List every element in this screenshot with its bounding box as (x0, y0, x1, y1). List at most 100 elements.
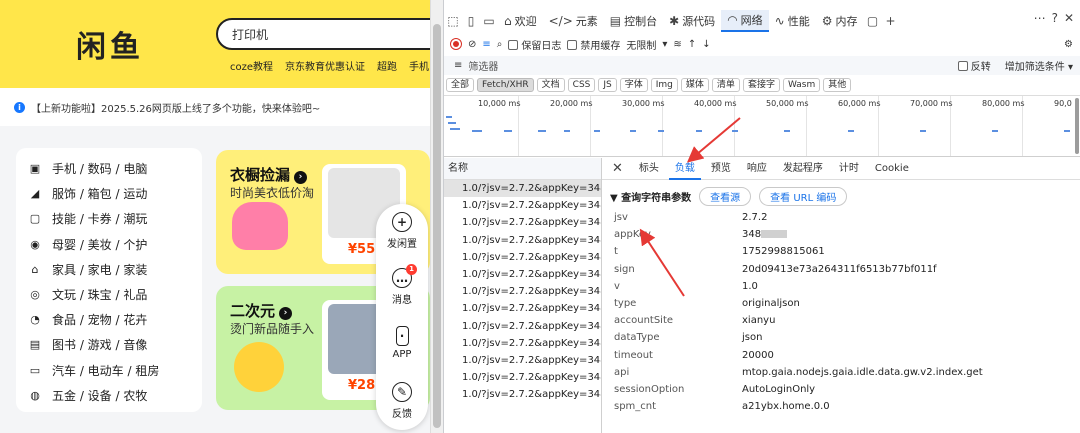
request-row[interactable]: 1.0/?jsv=2.7.2&appKey=348... (444, 249, 601, 266)
request-row[interactable]: 1.0/?jsv=2.7.2&appKey=348... (444, 266, 601, 283)
param-row[interactable]: sign 20d09413e73a264311f6513b77bf011f (614, 261, 1074, 278)
type-filter-img[interactable]: Img (650, 78, 678, 92)
clear-icon[interactable]: ⊘ (468, 39, 476, 50)
param-row[interactable]: type originaljson (614, 295, 1074, 312)
tab-response[interactable]: 响应 (741, 158, 773, 180)
throttling-select[interactable]: 无限制 (626, 37, 656, 52)
more-filters-dropdown[interactable]: 增加筛选条件 ▾ (1005, 58, 1073, 73)
settings-gear-icon[interactable]: ⚙ (1064, 39, 1073, 50)
type-filter-js[interactable]: JS (598, 78, 617, 92)
type-filter-font[interactable]: 字体 (619, 78, 648, 92)
param-row[interactable]: api mtop.gaia.nodejs.gaia.idle.data.gw.v2… (614, 364, 1074, 381)
application-icon[interactable]: ▢ (864, 12, 882, 30)
request-row[interactable]: 1.0/?jsv=2.7.2&appKey=348... (444, 283, 601, 300)
tab-console[interactable]: ▤ 控制台 (604, 10, 663, 32)
network-conditions-icon[interactable]: ≋ (673, 39, 681, 50)
category-item[interactable]: ▤ 图书 / 游戏 / 音像 (28, 332, 202, 357)
messages-button[interactable]: … 1 消息 (376, 264, 428, 306)
param-row[interactable]: jsv 2.7.2 (614, 209, 1074, 226)
disable-cache-checkbox[interactable]: 禁用缓存 (567, 37, 620, 52)
quick-link[interactable]: coze教程 (230, 58, 273, 73)
site-logo[interactable]: 闲鱼 (76, 22, 144, 66)
view-url-encoded-button[interactable]: 查看 URL 编码 (759, 187, 848, 206)
param-row[interactable]: accountSite xianyu (614, 312, 1074, 329)
post-item-button[interactable]: + 发闲置 (376, 212, 428, 250)
network-timeline-overview[interactable]: 10,000 ms 20,000 ms 30,000 ms 40,000 ms … (444, 95, 1080, 157)
chevron-down-icon[interactable]: ▾ (662, 39, 667, 50)
category-item[interactable]: ◢ 服饰 / 箱包 / 运动 (28, 181, 202, 206)
invert-checkbox[interactable]: 反转 (957, 58, 991, 73)
panel-icon[interactable]: ▭ (480, 12, 498, 30)
close-icon[interactable]: ✕ (612, 161, 623, 176)
notice-bar[interactable]: i 【上新功能啦】2025.5.26网页版上线了多个功能，快来体验吧~ (0, 88, 430, 126)
page-scrollbar[interactable] (430, 0, 443, 433)
request-row[interactable]: 1.0/?jsv=2.7.2&appKey=348... (444, 197, 601, 214)
request-list-header[interactable]: 名称 (444, 158, 601, 180)
type-filter-other[interactable]: 其他 (823, 78, 852, 92)
type-filter-fetch-xhr[interactable]: Fetch/XHR (477, 78, 534, 92)
param-row[interactable]: appKey 348 (614, 226, 1074, 243)
tab-elements[interactable]: </> 元素 (543, 10, 604, 32)
search-icon[interactable]: ⌕ (497, 39, 503, 50)
param-row[interactable]: timeout 20000 (614, 347, 1074, 364)
type-filter-css[interactable]: CSS (567, 78, 596, 92)
category-item[interactable]: ▢ 技能 / 卡券 / 潮玩 (28, 206, 202, 231)
request-row[interactable]: 1.0/?jsv=2.7.2&appKey=348... (444, 352, 601, 369)
tab-memory[interactable]: ⚙ 内存 (816, 10, 864, 32)
type-filter-manifest[interactable]: 清单 (711, 78, 740, 92)
category-item[interactable]: ◍ 五金 / 设备 / 农牧 (28, 383, 202, 408)
category-item[interactable]: ◎ 文玩 / 珠宝 / 礼品 (28, 282, 202, 307)
request-row[interactable]: 1.0/?jsv=2.7.2&appKey=348... (444, 335, 601, 352)
tab-sources[interactable]: ✱ 源代码 (663, 10, 721, 32)
tab-timing[interactable]: 计时 (833, 158, 865, 180)
app-button[interactable]: · APP (376, 326, 428, 360)
search-input[interactable]: 打印机 (216, 18, 430, 50)
device-toolbar-icon[interactable]: ▯ (462, 12, 480, 30)
category-item[interactable]: ⌂ 家具 / 家电 / 家装 (28, 257, 202, 282)
fetch-filter-icon[interactable]: ≡ (482, 39, 490, 50)
filter-input[interactable]: 筛选器 (468, 58, 498, 73)
type-filter-media[interactable]: 媒体 (680, 78, 709, 92)
request-row[interactable]: 1.0/?jsv=2.7.2&appKey=348... (444, 318, 601, 335)
param-row[interactable]: dataType json (614, 329, 1074, 346)
download-icon[interactable]: ↓ (702, 39, 710, 50)
param-row[interactable]: t 1752998815061 (614, 243, 1074, 260)
category-item[interactable]: ◔ 食品 / 宠物 / 花卉 (28, 307, 202, 332)
add-tab-icon[interactable]: + (882, 12, 900, 30)
tab-performance[interactable]: ∿ 性能 (769, 10, 816, 32)
param-row[interactable]: v 1.0 (614, 278, 1074, 295)
timeline-scrollbar[interactable] (1075, 98, 1079, 154)
category-item[interactable]: ◉ 母婴 / 美妆 / 个护 (28, 232, 202, 257)
request-row[interactable]: 1.0/?jsv=2.7.2&appKey=348... (444, 232, 601, 249)
inspect-icon[interactable]: ⬚ (444, 12, 462, 30)
request-row[interactable]: 1.0/?jsv=2.7.2&appKey=348... (444, 300, 601, 317)
record-icon[interactable] (450, 38, 462, 50)
tab-payload[interactable]: 负载 (668, 158, 701, 180)
quick-link[interactable]: 超跑 (377, 58, 397, 73)
tab-network[interactable]: ◠ 网络 (721, 10, 769, 32)
feedback-button[interactable]: ✎ 反馈 (376, 382, 428, 420)
category-item[interactable]: ▭ 汽车 / 电动车 / 租房 (28, 358, 202, 383)
tab-initiator[interactable]: 发起程序 (777, 158, 829, 180)
tab-preview[interactable]: 预览 (705, 158, 737, 180)
type-filter-doc[interactable]: 文档 (536, 78, 565, 92)
type-filter-wasm[interactable]: Wasm (782, 78, 821, 92)
request-row[interactable]: 1.0/?jsv=2.7.2&appKey=348... (444, 214, 601, 231)
tab-welcome[interactable]: ⌂ 欢迎 (498, 10, 543, 32)
preserve-log-checkbox[interactable]: 保留日志 (508, 37, 561, 52)
tab-headers[interactable]: 标头 (633, 158, 665, 180)
view-source-button[interactable]: 查看源 (699, 187, 752, 206)
param-row[interactable]: spm_cnt a21ybx.home.0.0 (614, 398, 1074, 415)
upload-icon[interactable]: ↑ (688, 39, 696, 50)
help-icon[interactable]: ? (1052, 11, 1058, 25)
close-icon[interactable]: ✕ (1064, 11, 1074, 25)
request-row[interactable]: 1.0/?jsv=2.7.2&appKey=348... (444, 180, 601, 198)
query-params-section-header[interactable]: ▼ 查询字符串参数 查看源 查看 URL 编码 (610, 187, 848, 206)
param-row[interactable]: sessionOption AutoLoginOnly (614, 381, 1074, 398)
more-icon[interactable]: ⋯ (1034, 11, 1046, 25)
type-filter-socket[interactable]: 套接字 (742, 78, 780, 92)
quick-link[interactable]: 京东教育优惠认证 (285, 58, 365, 73)
scrollbar-thumb[interactable] (433, 24, 441, 428)
type-filter-all[interactable]: 全部 (446, 78, 475, 92)
request-row[interactable]: 1.0/?jsv=2.7.2&appKey=348... (444, 386, 601, 403)
